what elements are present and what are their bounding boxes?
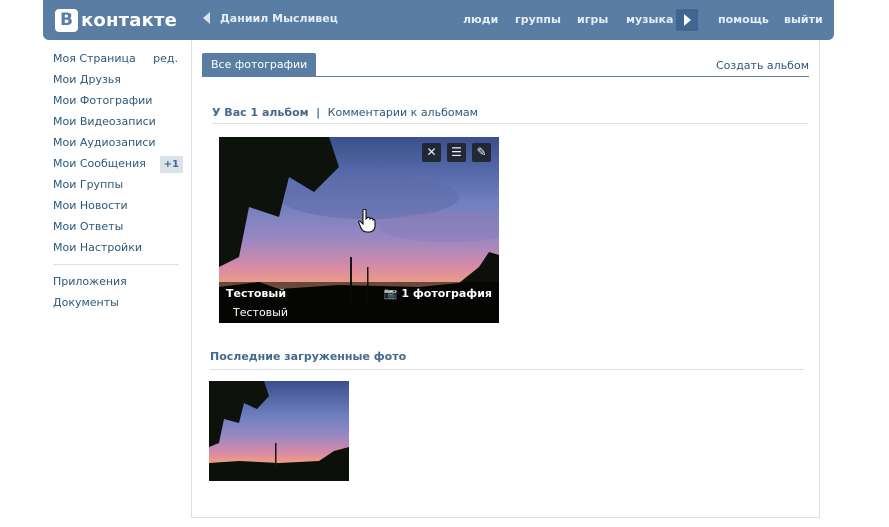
messages-count-badge: +1 bbox=[159, 156, 183, 173]
sidebar-item-label: Мои Фотографии bbox=[53, 94, 153, 107]
recent-photo-image bbox=[209, 381, 349, 481]
sidebar-item-label: Мои Сообщения bbox=[53, 157, 146, 170]
nav-help[interactable]: помощь bbox=[718, 13, 769, 26]
sidebar-item-label: Мои Группы bbox=[53, 178, 124, 191]
header-user-name[interactable]: Даниил Мысливец bbox=[220, 12, 338, 25]
sidebar-item-photos[interactable]: Мои Фотографии bbox=[47, 90, 183, 111]
create-album-link[interactable]: Создать альбом bbox=[716, 59, 809, 72]
albums-count-label: У Вас 1 альбом bbox=[212, 106, 309, 119]
nav-groups[interactable]: группы bbox=[515, 13, 561, 26]
left-sidebar: Моя Страница ред. Мои Друзья Мои Фотогра… bbox=[47, 48, 183, 313]
album-comments-link[interactable]: Комментарии к альбомам bbox=[328, 106, 478, 119]
sidebar-item-label: Документы bbox=[53, 296, 119, 309]
edit-icon[interactable]: ✎ bbox=[472, 143, 491, 162]
sidebar-item-answers[interactable]: Мои Ответы bbox=[47, 216, 183, 237]
album-title[interactable]: Тестовый bbox=[226, 287, 286, 300]
sidebar-item-settings[interactable]: Мои Настройки bbox=[47, 237, 183, 258]
albums-header: У Вас 1 альбом | Комментарии к альбомам bbox=[212, 106, 808, 124]
edit-link[interactable]: ред. bbox=[153, 48, 178, 69]
sidebar-item-apps[interactable]: Приложения bbox=[47, 271, 183, 292]
nav-games[interactable]: игры bbox=[577, 13, 608, 26]
sidebar-item-label: Мои Настройки bbox=[53, 241, 142, 254]
sidebar-divider bbox=[53, 264, 179, 265]
photo-count-label: 1 фотография bbox=[401, 287, 492, 300]
album-photo-count: 📷 1 фотография bbox=[384, 287, 492, 300]
sidebar-item-audio[interactable]: Мои Аудиозаписи bbox=[47, 132, 183, 153]
back-arrow-icon[interactable] bbox=[203, 12, 210, 24]
sidebar-item-messages[interactable]: Мои Сообщения +1 bbox=[47, 153, 183, 174]
albums-separator: | bbox=[316, 106, 321, 119]
sidebar-item-news[interactable]: Мои Новости bbox=[47, 195, 183, 216]
album-info-bar: Тестовый 📷 1 фотография Тестовый bbox=[219, 282, 499, 323]
recent-photo-thumbnail[interactable] bbox=[209, 381, 349, 481]
nav-music[interactable]: музыка bbox=[626, 13, 673, 26]
sidebar-item-documents[interactable]: Документы bbox=[47, 292, 183, 313]
photo-tabs: Все фотографии Создать альбом bbox=[202, 53, 809, 77]
sidebar-item-friends[interactable]: Мои Друзья bbox=[47, 69, 183, 90]
camera-icon: 📷 bbox=[383, 287, 398, 300]
tab-all-photos[interactable]: Все фотографии bbox=[202, 53, 317, 77]
nav-logout[interactable]: выйти bbox=[784, 13, 823, 26]
close-icon[interactable]: ✕ bbox=[422, 143, 441, 162]
sidebar-item-label: Мои Ответы bbox=[53, 220, 124, 233]
nav-people[interactable]: люди bbox=[463, 13, 498, 26]
logo-text: контакте bbox=[81, 9, 178, 31]
sidebar-item-videos[interactable]: Мои Видеозаписи bbox=[47, 111, 183, 132]
hand-cursor-icon bbox=[358, 209, 376, 233]
sidebar-item-label: Мои Видеозаписи bbox=[53, 115, 156, 128]
logo-mark: В bbox=[55, 8, 78, 32]
sidebar-item-groups[interactable]: Мои Группы bbox=[47, 174, 183, 195]
sidebar-item-label: Мои Новости bbox=[53, 199, 128, 212]
menu-icon[interactable]: ☰ bbox=[447, 143, 466, 162]
sidebar-item-label: Моя Страница bbox=[53, 52, 136, 65]
play-arrow-icon bbox=[684, 14, 691, 26]
photos-content: Все фотографии Создать альбом У Вас 1 ал… bbox=[191, 40, 820, 518]
album-description: Тестовый bbox=[233, 306, 288, 319]
sidebar-item-label: Мои Аудиозаписи bbox=[53, 136, 156, 149]
sidebar-item-my-page[interactable]: Моя Страница ред. bbox=[47, 48, 183, 69]
sidebar-item-label: Мои Друзья bbox=[53, 73, 121, 86]
sidebar-item-label: Приложения bbox=[53, 275, 127, 288]
vk-logo[interactable]: В контакте bbox=[55, 8, 177, 32]
recent-photos-header: Последние загруженные фото bbox=[210, 350, 804, 370]
nav-more-button[interactable] bbox=[676, 9, 698, 31]
top-header: В контакте Даниил Мысливец люди группы и… bbox=[43, 0, 834, 40]
